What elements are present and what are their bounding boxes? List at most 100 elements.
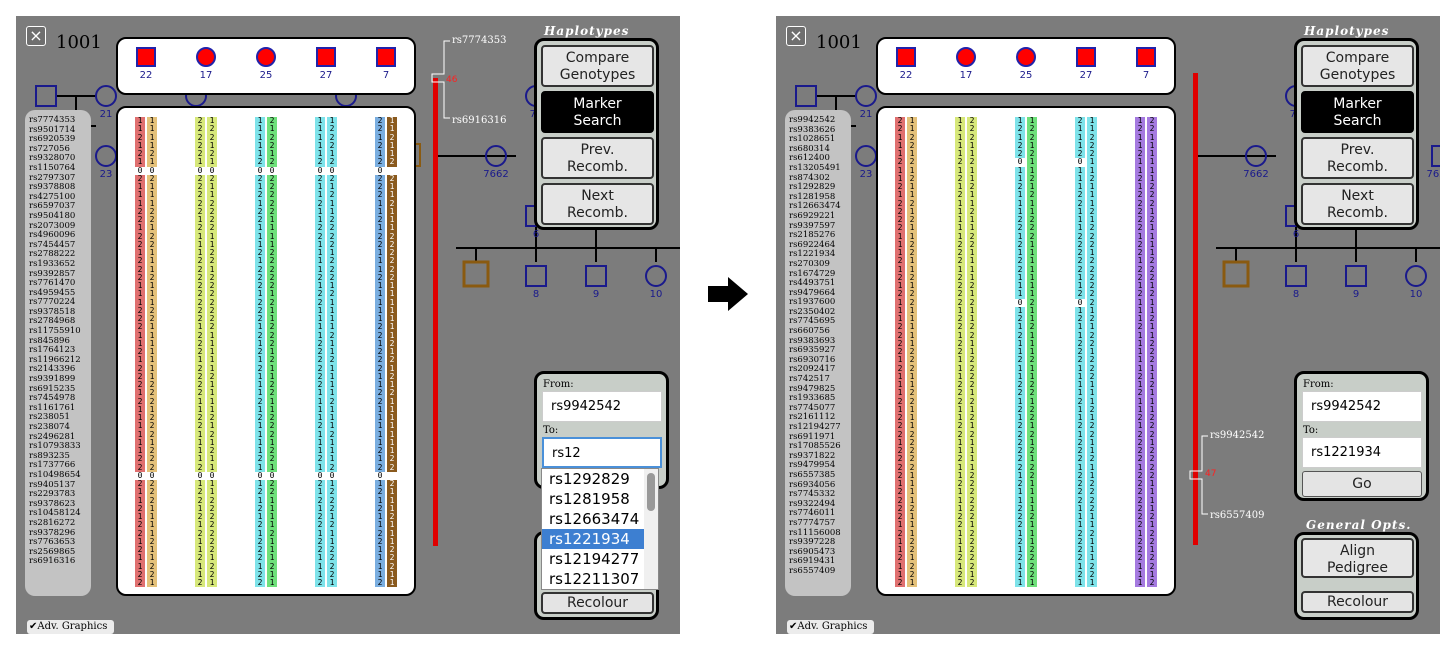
pedigree-affected-node bbox=[1222, 260, 1250, 288]
pedigree-male-node bbox=[525, 265, 547, 287]
allele: 1 bbox=[1077, 578, 1083, 587]
allele-column: 2221121121121122111121211221122221212121… bbox=[967, 116, 977, 587]
header-individual[interactable]: 22 bbox=[131, 47, 161, 81]
recolour-button[interactable]: Recolour bbox=[541, 592, 654, 614]
prev-recomb-button[interactable]: Prev. Recomb. bbox=[541, 137, 654, 179]
allele-column: 1121210211122122122211122211212221211111… bbox=[135, 116, 145, 587]
allele: 2 bbox=[969, 578, 975, 587]
marker-search-panel: From: rs9942542 To: rs1221934 Go bbox=[1294, 371, 1429, 501]
allele: 2 bbox=[257, 578, 263, 587]
header-individual[interactable]: 25 bbox=[251, 47, 281, 81]
from-input[interactable]: rs9942542 bbox=[542, 391, 662, 422]
dropdown-option[interactable]: rs1292829 bbox=[542, 469, 658, 489]
from-input[interactable]: rs9942542 bbox=[1302, 391, 1422, 422]
from-label: From: bbox=[1303, 379, 1334, 390]
individual-id: 27 bbox=[319, 70, 333, 81]
to-input[interactable]: rs12 bbox=[542, 437, 662, 468]
pedigree-label: 10 bbox=[649, 289, 663, 300]
scrollbar-thumb[interactable] bbox=[647, 473, 655, 511]
adv-graphics-checkbox[interactable]: ✔Adv. Graphics bbox=[787, 620, 874, 634]
marker-autocomplete-dropdown[interactable]: rs1292829 rs1281958 rs12663474 rs1221934… bbox=[541, 468, 659, 590]
pedigree-affected-node bbox=[462, 260, 490, 288]
recolour-button[interactable]: Recolour bbox=[1301, 591, 1414, 613]
header-individual[interactable]: 22 bbox=[891, 47, 921, 81]
allele-column: 1221211212112221111111211211121122122121… bbox=[1027, 116, 1037, 587]
general-opts-title: General Opts. bbox=[1306, 518, 1412, 532]
marker-search-button[interactable]: Marker Search bbox=[1301, 91, 1414, 133]
header-individual[interactable]: 7 bbox=[1131, 47, 1161, 81]
dropdown-option-selected[interactable]: rs1221934 bbox=[542, 529, 658, 549]
allele: 2 bbox=[1149, 578, 1155, 587]
pedigree-label: 8 bbox=[1292, 289, 1300, 300]
haplotypes-menu-title: Haplotypes bbox=[544, 24, 630, 38]
header-individual[interactable]: 27 bbox=[1071, 47, 1101, 81]
marker-name[interactable]: rs6916316 bbox=[29, 557, 91, 567]
prev-recomb-button[interactable]: Prev. Recomb. bbox=[1301, 137, 1414, 179]
pedigree-label: 6 bbox=[1292, 229, 1300, 240]
pedigree-male-node bbox=[585, 265, 607, 287]
range-bar[interactable] bbox=[433, 78, 438, 546]
marker-name[interactable]: rs6557409 bbox=[789, 566, 851, 577]
haplotypes-menu: Compare Genotypes Marker Search Prev. Recom… bbox=[1294, 38, 1419, 230]
allele: 1 bbox=[1017, 578, 1023, 587]
go-button[interactable]: Go bbox=[1302, 471, 1422, 497]
next-recomb-button[interactable]: Next Recomb. bbox=[1301, 183, 1414, 225]
marker-search-button[interactable]: Marker Search bbox=[541, 91, 654, 133]
header-individual[interactable]: 17 bbox=[191, 47, 221, 81]
pedigree-label: 7662 bbox=[1243, 169, 1269, 180]
allele: 2 bbox=[137, 578, 143, 587]
allele: 1 bbox=[209, 578, 215, 587]
pedigree-male-node bbox=[35, 85, 57, 107]
pedigree-female-node bbox=[855, 145, 877, 167]
to-label: To: bbox=[1303, 425, 1319, 436]
dropdown-option[interactable]: rs12663474 bbox=[542, 509, 658, 529]
pedigree-label: 765 bbox=[1426, 169, 1440, 180]
allele-column: 2211121121222211121212111222212111212221… bbox=[895, 116, 905, 587]
allele-column: 1111120212122111212221222121212111212111… bbox=[255, 116, 265, 587]
pedigree-label: 10 bbox=[1409, 289, 1423, 300]
allele: 1 bbox=[329, 578, 335, 587]
close-button[interactable]: × bbox=[786, 26, 806, 46]
pedigree-male-node bbox=[1285, 265, 1307, 287]
pedigree-label: 6 bbox=[532, 229, 540, 240]
male-icon bbox=[136, 47, 156, 67]
pedigree-female-node bbox=[95, 85, 117, 107]
adv-graphics-checkbox[interactable]: ✔Adv. Graphics bbox=[27, 620, 114, 634]
header-individual[interactable]: 7 bbox=[371, 47, 401, 81]
individual-header: 22 17 25 27 7 bbox=[876, 37, 1176, 95]
header-individual[interactable]: 17 bbox=[951, 47, 981, 81]
dropdown-option[interactable]: rs12194277 bbox=[542, 549, 658, 569]
female-icon bbox=[256, 47, 276, 67]
allele-column: 1211211212222212212212111211111212112122… bbox=[1135, 116, 1145, 587]
range-start-label: rs7774353 bbox=[452, 35, 507, 46]
dropdown-scrollbar[interactable] bbox=[644, 469, 658, 589]
header-individual[interactable]: 27 bbox=[311, 47, 341, 81]
pedigree-male-node bbox=[1431, 145, 1440, 167]
allele-column: 2122120222221111222221211222121122112221… bbox=[267, 116, 277, 587]
dropdown-option[interactable]: rs12211307 bbox=[542, 569, 658, 589]
close-button[interactable]: × bbox=[26, 26, 46, 46]
next-recomb-button[interactable]: Next Recomb. bbox=[541, 183, 654, 225]
dropdown-option[interactable]: rs1281958 bbox=[542, 489, 658, 509]
range-count: 46 bbox=[446, 75, 458, 85]
allele: 1 bbox=[149, 578, 155, 587]
to-input[interactable]: rs1221934 bbox=[1302, 437, 1422, 468]
pedigree-female-node bbox=[645, 265, 667, 287]
allele: 2 bbox=[377, 578, 383, 587]
individual-id: 7 bbox=[1142, 70, 1150, 81]
pedigree-view-after: 21 23 76 7662 765 6 8 9 10 × 1001 22 17 … bbox=[776, 16, 1440, 634]
individual-id: 25 bbox=[259, 70, 273, 81]
marker-list: rs7774353 rs9501714 rs6920539 rs727056 rs932… bbox=[25, 110, 91, 596]
header-individual[interactable]: 25 bbox=[1011, 47, 1041, 81]
allele-column: 2222210222221211122222222122212222112211… bbox=[195, 116, 205, 587]
allele-column: 1122121211212112211212211111222112211122… bbox=[907, 116, 917, 587]
allele-column: 1212201121112212122111012121121122121222… bbox=[1015, 116, 1025, 587]
individual-id: 27 bbox=[1079, 70, 1093, 81]
compare-genotypes-button[interactable]: Compare Genotypes bbox=[541, 45, 654, 87]
align-pedigree-button[interactable]: Align Pedigree bbox=[1301, 538, 1414, 578]
pedigree-male-node bbox=[795, 85, 817, 107]
compare-genotypes-button[interactable]: Compare Genotypes bbox=[1301, 45, 1414, 87]
from-label: From: bbox=[543, 379, 574, 390]
range-end-label: rs6916316 bbox=[452, 115, 507, 126]
male-icon bbox=[376, 47, 396, 67]
